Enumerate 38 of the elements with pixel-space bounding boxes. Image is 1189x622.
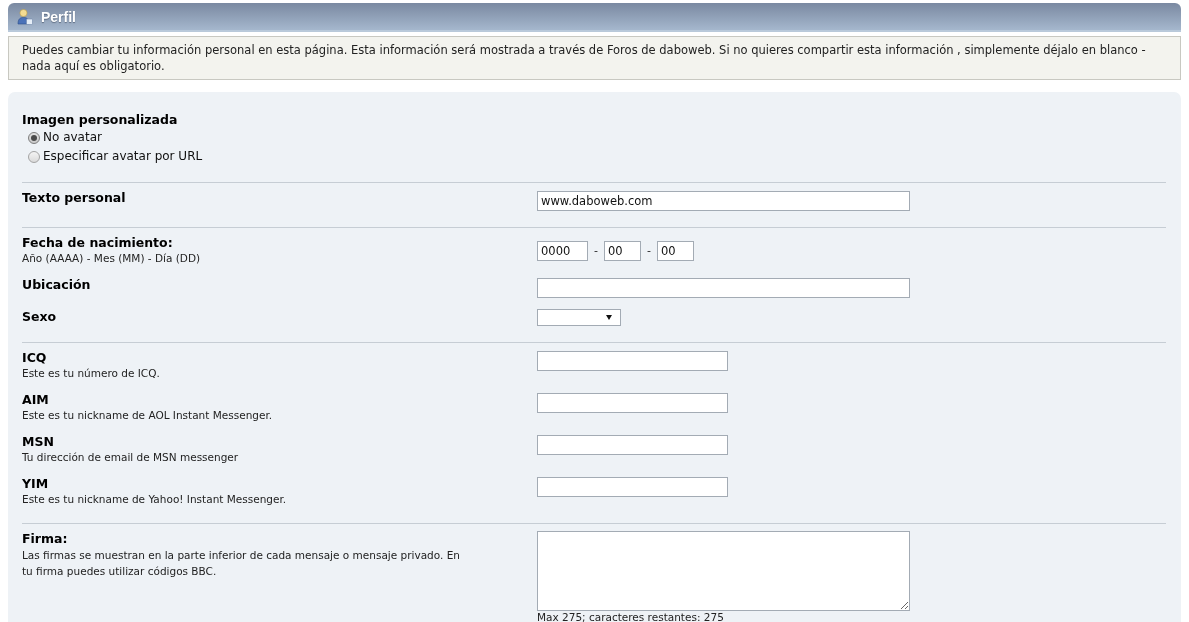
field-label: MSN <box>22 434 54 450</box>
field-label: Ubicación <box>22 277 91 293</box>
radio-label: Especificar avatar por URL <box>43 149 203 164</box>
field-label: ICQ <box>22 350 47 366</box>
field-label: YIM <box>22 476 49 492</box>
radio-button[interactable] <box>28 131 40 144</box>
field-label: Texto personal <box>22 190 126 206</box>
user-icon <box>17 8 33 25</box>
text-field[interactable]: www.daboweb.com <box>537 191 910 211</box>
field-hint: Año (AAAA) - Mes (MM) - Día (DD) <box>22 251 201 266</box>
text-field[interactable] <box>537 351 728 371</box>
radio-label: No avatar <box>43 130 102 145</box>
page-title: Perfil <box>41 8 76 25</box>
text-field[interactable] <box>537 278 910 298</box>
field-hint: Este es tu nickname de Yahoo! Instant Messenger. <box>22 492 287 507</box>
date-field[interactable]: 00 <box>604 240 641 261</box>
text-field[interactable] <box>537 435 728 455</box>
field-hint: Tu dirección de email de MSN messenger <box>22 450 239 465</box>
field-hint: Este es tu nickname de AOL Instant Messenger. <box>22 408 273 423</box>
field-label: Firma: <box>22 531 68 547</box>
date-separator: - <box>594 244 598 257</box>
date-field[interactable]: 00 <box>656 240 694 261</box>
select-field[interactable] <box>537 309 621 326</box>
field-label: Sexo <box>22 309 57 325</box>
intro-text: Puedes cambiar tu información personal en esta página. Esta información será mostrada a través de Foros de daboweb. Si no quieres compartir esta información , simplemente déjalo en blanco - nada aquí es obligatorio. <box>8 36 1181 80</box>
field-label: Fecha de nacimiento: <box>22 235 173 251</box>
radio-button[interactable] <box>28 150 40 163</box>
text-field[interactable] <box>537 393 728 413</box>
field-hint: Las firmas se muestran en la parte inferior de cada mensaje o mensaje privado. En tu firma puedes utilizar códigos BBC. <box>22 548 461 579</box>
date-field[interactable]: 0000 <box>537 240 588 261</box>
caret-icon <box>606 315 612 320</box>
field-label: AIM <box>22 392 49 408</box>
date-separator: - <box>647 244 651 257</box>
character-counter: Max 275; caracteres restantes: 275 <box>537 611 724 622</box>
field-hint: Este es tu número de ICQ. <box>22 366 160 381</box>
textarea-field[interactable] <box>537 531 910 611</box>
section-heading: Imagen personalizada <box>22 112 178 127</box>
text-field[interactable] <box>537 477 728 497</box>
